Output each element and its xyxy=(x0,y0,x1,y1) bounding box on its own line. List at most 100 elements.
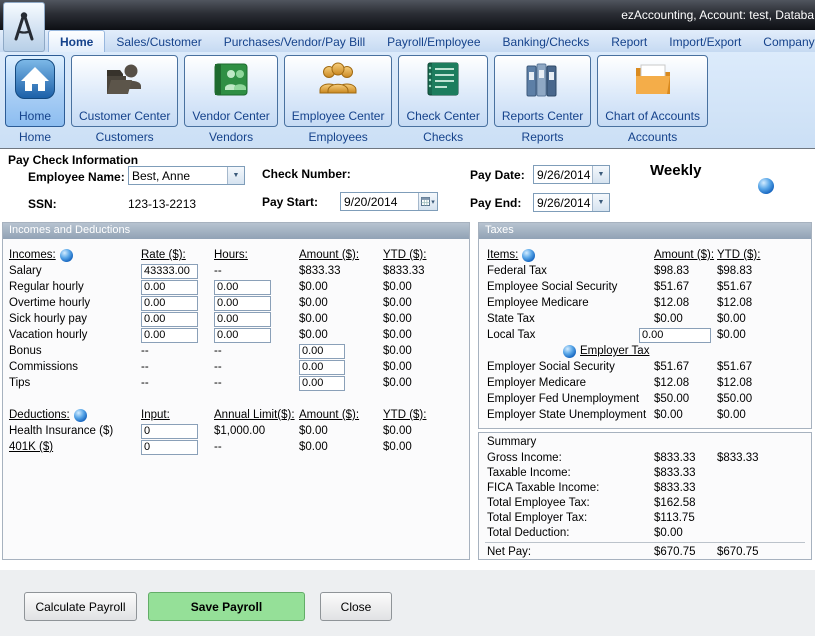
tab-company[interactable]: Company xyxy=(752,31,815,52)
income-row-salary: Salary -- $833.33 $833.33 xyxy=(3,263,469,279)
tax-row-employer-fed-unemployment: Employer Fed Unemployment $50.00 $50.00 xyxy=(479,391,811,407)
income-hours: -- xyxy=(214,377,299,389)
vacation-hourly-rate-input[interactable] xyxy=(141,328,198,343)
tab-banking-checks[interactable]: Banking/Checks xyxy=(492,31,601,52)
tab-home[interactable]: Home xyxy=(48,30,105,52)
employee-name-label: Employee Name: xyxy=(28,170,125,184)
tax-ytd: $51.67 xyxy=(717,281,811,293)
deduction-amount: $0.00 xyxy=(299,425,383,437)
summary-label: Total Employee Tax: xyxy=(487,497,654,509)
summary-amount: $0.00 xyxy=(654,527,717,539)
deduction-ytd: $0.00 xyxy=(383,441,469,453)
deduction-amount: $0.00 xyxy=(299,441,383,453)
toolbar-label: Home xyxy=(19,109,51,123)
customer-center-button[interactable]: Customer Center xyxy=(71,55,178,127)
toolbar-item-vendor-center: Vendor Center Vendors xyxy=(184,55,277,144)
help-globe-icon[interactable] xyxy=(74,409,87,422)
check-number-input[interactable] xyxy=(352,164,452,183)
regular-hourly-rate-input[interactable] xyxy=(141,280,198,295)
summary-row-fica-taxable-income: FICA Taxable Income: $833.33 xyxy=(479,480,811,495)
help-globe-icon[interactable] xyxy=(522,249,535,262)
check-center-button[interactable]: Check Center xyxy=(398,55,487,127)
calculate-payroll-button[interactable]: Calculate Payroll xyxy=(24,592,137,621)
chevron-down-icon[interactable]: ▼ xyxy=(592,194,609,211)
income-rate: -- xyxy=(141,361,214,373)
tax-row-employee-social-security: Employee Social Security $51.67 $51.67 xyxy=(479,279,811,295)
income-amount: $0.00 xyxy=(299,329,383,341)
help-globe-icon[interactable] xyxy=(60,249,73,262)
pay-end-select[interactable]: 9/26/2014 ▼ xyxy=(533,193,610,212)
deduction-label: Health Insurance ($) xyxy=(9,425,141,437)
income-row-commissions: Commissions -- -- $0.00 xyxy=(3,359,469,375)
help-globe-icon[interactable] xyxy=(563,345,576,358)
reports-center-button[interactable]: Reports Center xyxy=(494,55,591,127)
summary-amount: $833.33 xyxy=(654,482,717,494)
pay-date-label: Pay Date: xyxy=(470,168,525,182)
income-hours: -- xyxy=(214,361,299,373)
deductions-col-header: Deductions: xyxy=(9,409,70,421)
home-icon xyxy=(14,58,56,103)
help-globe-icon[interactable] xyxy=(758,178,774,194)
summary-row-total-deduction: Total Deduction: $0.00 xyxy=(479,525,811,540)
toolbar-label: Vendor Center xyxy=(192,109,269,123)
employee-name-select[interactable]: Best, Anne ▼ xyxy=(128,166,245,185)
save-payroll-button[interactable]: Save Payroll xyxy=(148,592,305,621)
income-amount: $0.00 xyxy=(299,297,383,309)
income-row-bonus: Bonus -- -- $0.00 xyxy=(3,343,469,359)
salary-rate-input[interactable] xyxy=(141,264,198,279)
toolbar-label: Customer Center xyxy=(79,109,170,123)
summary-amount: $833.33 xyxy=(654,467,717,479)
employer-tax-header-row: Employer Tax xyxy=(479,343,811,359)
chart-of-accounts-button[interactable]: Chart of Accounts xyxy=(597,55,708,127)
local-tax-input[interactable] xyxy=(639,328,711,343)
chevron-down-icon[interactable]: ▼ xyxy=(592,166,609,183)
chevron-down-icon[interactable]: ▼ xyxy=(227,167,244,184)
home-button[interactable]: Home xyxy=(5,55,65,127)
summary-panel: Summary Gross Income: $833.33 $833.33 Ta… xyxy=(478,432,812,560)
tab-payroll-employee[interactable]: Payroll/Employee xyxy=(376,31,491,52)
toolbar-label: Chart of Accounts xyxy=(605,109,700,123)
tax-row-state: State Tax $0.00 $0.00 xyxy=(479,311,811,327)
pay-start-datepicker[interactable]: 9/20/2014 ▾ xyxy=(340,192,438,211)
summary-ytd: $670.75 xyxy=(717,546,811,558)
tax-label: State Tax xyxy=(487,313,654,325)
tab-purchases-vendor-pay-bill[interactable]: Purchases/Vendor/Pay Bill xyxy=(213,31,376,52)
vendor-center-button[interactable]: Vendor Center xyxy=(184,55,277,127)
health-insurance-input[interactable] xyxy=(141,424,198,439)
vacation-hourly-hours-input[interactable] xyxy=(214,328,271,343)
spacer xyxy=(3,391,469,407)
checkbook-icon xyxy=(422,58,464,103)
overtime-hourly-hours-input[interactable] xyxy=(214,296,271,311)
sick-hourly-rate-input[interactable] xyxy=(141,312,198,327)
income-label: Salary xyxy=(9,265,141,277)
sick-hourly-hours-input[interactable] xyxy=(214,312,271,327)
tax-amount: $12.08 xyxy=(654,377,717,389)
employees-group-icon xyxy=(317,58,359,103)
toolbar-sublabel: Customers xyxy=(96,130,154,144)
pay-start-value: 9/20/2014 xyxy=(341,193,418,210)
incomes-panel-header: Incomes and Deductions xyxy=(3,223,469,239)
401k-input[interactable] xyxy=(141,440,198,455)
bonus-amount-input[interactable] xyxy=(299,344,345,359)
summary-ytd: $833.33 xyxy=(717,452,811,464)
rate-col-header: Rate ($): xyxy=(141,249,214,261)
income-ytd: $0.00 xyxy=(383,345,469,357)
summary-amount: $670.75 xyxy=(654,546,717,558)
calendar-icon[interactable]: ▾ xyxy=(418,193,437,210)
tips-amount-input[interactable] xyxy=(299,376,345,391)
taxes-header-row: Items: Amount ($): YTD ($): xyxy=(479,247,811,263)
close-button[interactable]: Close xyxy=(320,592,392,621)
accounts-folder-icon xyxy=(632,58,674,103)
commissions-amount-input[interactable] xyxy=(299,360,345,375)
app-menu-button[interactable] xyxy=(3,2,45,52)
employee-center-button[interactable]: Employee Center xyxy=(284,55,393,127)
income-ytd: $0.00 xyxy=(383,329,469,341)
income-amount: $0.00 xyxy=(299,281,383,293)
tab-sales-customer[interactable]: Sales/Customer xyxy=(105,31,212,52)
pay-date-select[interactable]: 9/26/2014 ▼ xyxy=(533,165,610,184)
tab-report[interactable]: Report xyxy=(600,31,658,52)
regular-hourly-hours-input[interactable] xyxy=(214,280,271,295)
income-rate: -- xyxy=(141,377,214,389)
overtime-hourly-rate-input[interactable] xyxy=(141,296,198,311)
tab-import-export[interactable]: Import/Export xyxy=(658,31,752,52)
